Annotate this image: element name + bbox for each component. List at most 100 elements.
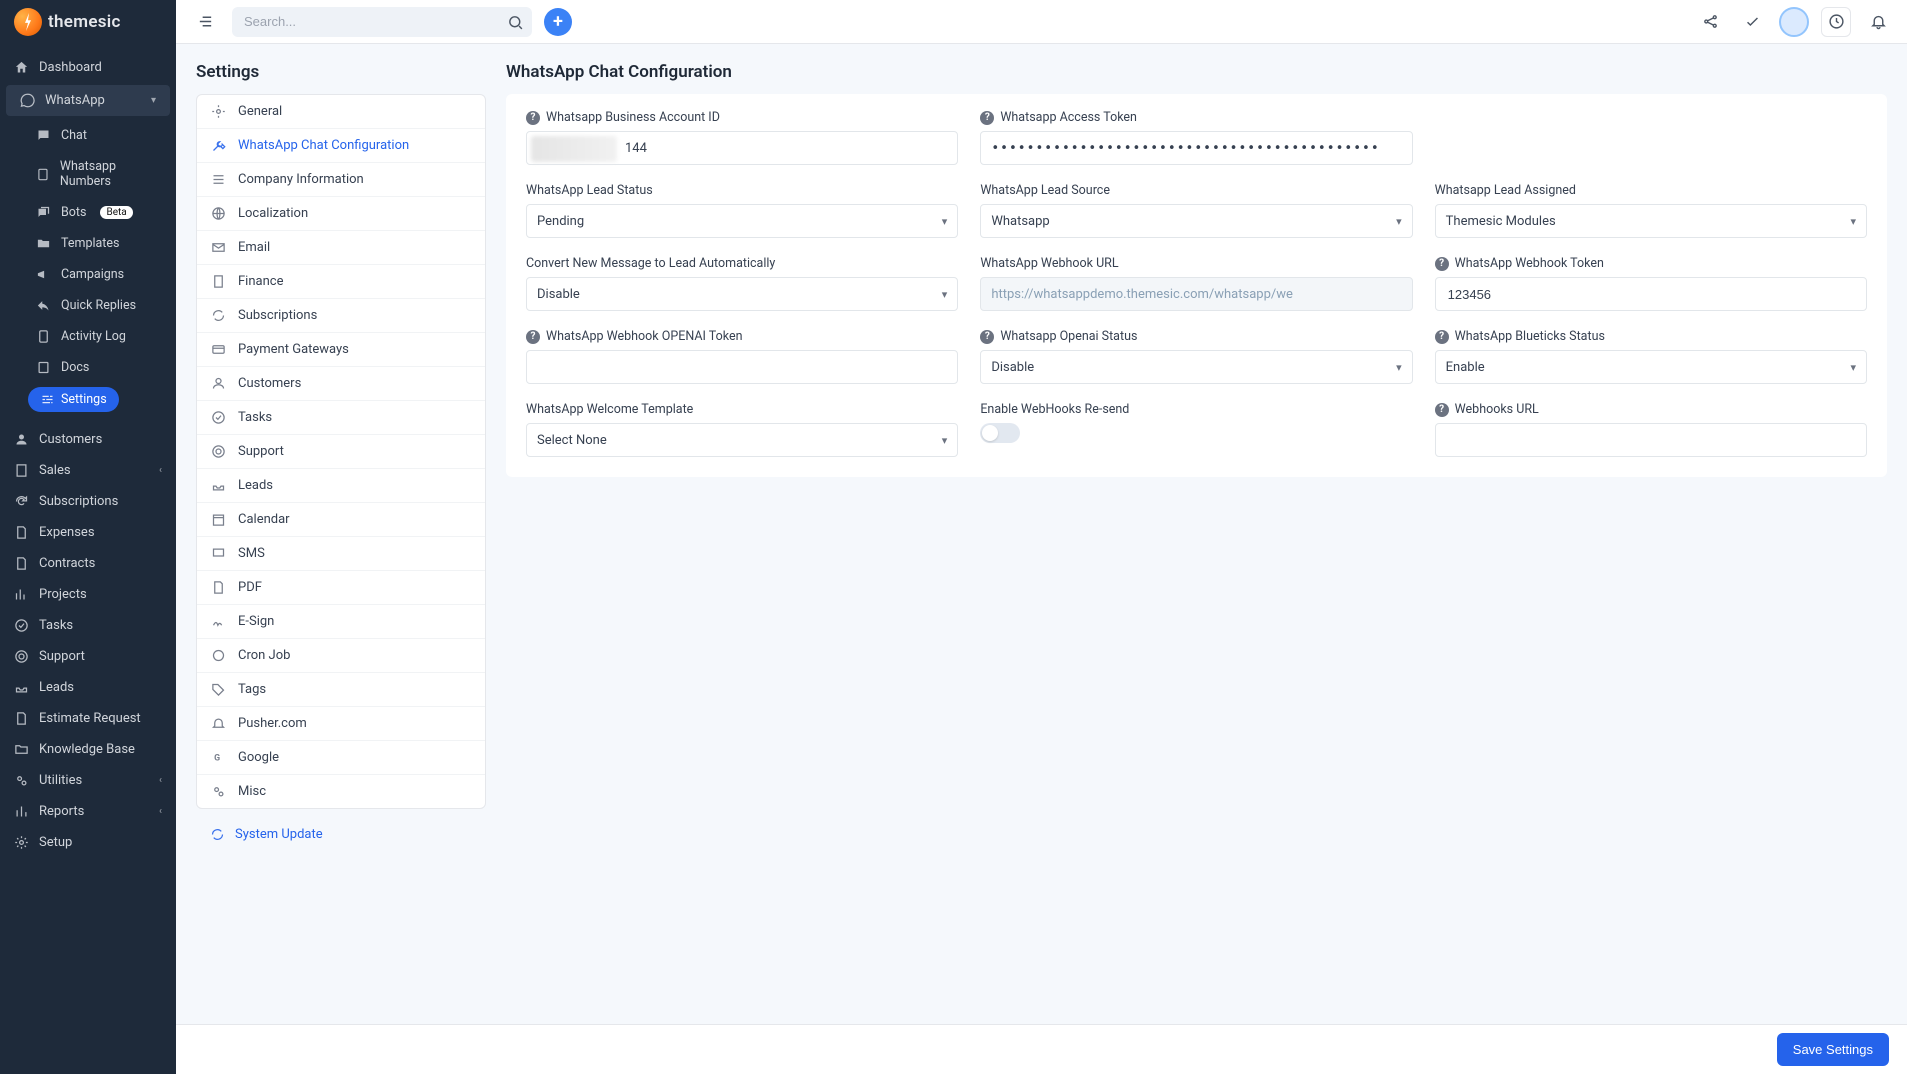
settings-item-company-information[interactable]: Company Information bbox=[197, 163, 485, 197]
sidebar-sub-whatsapp-numbers[interactable]: Whatsapp Numbers bbox=[0, 151, 176, 197]
settings-item-pdf[interactable]: PDF bbox=[197, 571, 485, 605]
lines-icon bbox=[211, 172, 226, 187]
settings-item-payment-gateways[interactable]: Payment Gateways bbox=[197, 333, 485, 367]
settings-item-whatsapp-chat-configuration[interactable]: WhatsApp Chat Configuration bbox=[197, 129, 485, 163]
sidebar-item-contracts[interactable]: Contracts bbox=[0, 548, 176, 579]
notifications-button[interactable] bbox=[1863, 7, 1893, 37]
settings-item-sms[interactable]: SMS bbox=[197, 537, 485, 571]
toggle-sidebar-button[interactable] bbox=[190, 7, 220, 37]
input-value[interactable] bbox=[1446, 278, 1856, 310]
sidebar-item-dashboard[interactable]: Dashboard bbox=[0, 52, 176, 83]
sidebar-item-customers[interactable]: Customers bbox=[0, 424, 176, 455]
settings-item-calendar[interactable]: Calendar bbox=[197, 503, 485, 537]
input-value[interactable] bbox=[537, 351, 947, 383]
settings-item-tags[interactable]: Tags bbox=[197, 673, 485, 707]
help-icon[interactable]: ? bbox=[1435, 403, 1449, 417]
chevron-down-icon: ▾ bbox=[942, 434, 948, 447]
sidebar-sub-templates[interactable]: Templates bbox=[0, 228, 176, 259]
settings-item-customers[interactable]: Customers bbox=[197, 367, 485, 401]
search-input[interactable] bbox=[232, 7, 532, 37]
sidebar-item-label: Projects bbox=[39, 587, 87, 602]
settings-item-leads[interactable]: Leads bbox=[197, 469, 485, 503]
clock-button[interactable] bbox=[1821, 7, 1851, 37]
webhooks-resend-toggle[interactable] bbox=[980, 423, 1020, 443]
brand-logo[interactable]: themesic bbox=[0, 0, 176, 44]
openai-status-select[interactable]: Disable ▾ bbox=[980, 350, 1412, 384]
openai-token-input[interactable] bbox=[526, 350, 958, 384]
sidebar-item-tasks[interactable]: Tasks bbox=[0, 610, 176, 641]
sidebar-item-utilities[interactable]: Utilities ‹ bbox=[0, 765, 176, 796]
sidebar-sub-bots[interactable]: Bots Beta bbox=[0, 197, 176, 228]
blueticks-status-select[interactable]: Enable ▾ bbox=[1435, 350, 1867, 384]
sidebar-item-leads[interactable]: Leads bbox=[0, 672, 176, 703]
settings-item-support[interactable]: Support bbox=[197, 435, 485, 469]
sidebar-item-label: Whatsapp Numbers bbox=[60, 159, 162, 189]
sidebar-item-sales[interactable]: Sales ‹ bbox=[0, 455, 176, 486]
business-account-id-input[interactable]: 144 bbox=[526, 131, 958, 165]
webhooks-url-input[interactable] bbox=[1435, 423, 1867, 457]
lead-source-select[interactable]: Whatsapp ▾ bbox=[980, 204, 1412, 238]
sidebar-item-label: Activity Log bbox=[61, 329, 126, 344]
settings-item-misc[interactable]: Misc bbox=[197, 775, 485, 808]
sidebar-item-label: Templates bbox=[61, 236, 119, 251]
help-icon[interactable]: ? bbox=[1435, 257, 1449, 271]
convert-new-message-select[interactable]: Disable ▾ bbox=[526, 277, 958, 311]
sidebar-item-support[interactable]: Support bbox=[0, 641, 176, 672]
search-icon[interactable] bbox=[507, 14, 524, 31]
sidebar-sub-settings[interactable]: Settings bbox=[28, 387, 119, 412]
settings-item-tasks[interactable]: Tasks bbox=[197, 401, 485, 435]
check-button[interactable] bbox=[1737, 7, 1767, 37]
sidebar-item-projects[interactable]: Projects bbox=[0, 579, 176, 610]
label-welcome-template: WhatsApp Welcome Template bbox=[526, 402, 958, 417]
help-icon[interactable]: ? bbox=[526, 330, 540, 344]
webhook-token-input[interactable] bbox=[1435, 277, 1867, 311]
sidebar-item-setup[interactable]: Setup bbox=[0, 827, 176, 858]
share-button[interactable] bbox=[1695, 7, 1725, 37]
lead-status-select[interactable]: Pending ▾ bbox=[526, 204, 958, 238]
avatar[interactable] bbox=[1779, 7, 1809, 37]
help-icon[interactable]: ? bbox=[980, 111, 994, 125]
bell-icon bbox=[1870, 13, 1887, 30]
refresh-icon bbox=[210, 827, 225, 842]
settings-item-label: Google bbox=[238, 750, 279, 765]
save-settings-button[interactable]: Save Settings bbox=[1777, 1033, 1889, 1066]
label-blueticks-status: ? WhatsApp Blueticks Status bbox=[1435, 329, 1867, 344]
sidebar-sub-chat[interactable]: Chat bbox=[0, 120, 176, 151]
webhook-url-input: https://whatsappdemo.themesic.com/whatsa… bbox=[980, 277, 1412, 311]
sidebar-item-label: Campaigns bbox=[61, 267, 124, 282]
sidebar-sub-quick-replies[interactable]: Quick Replies bbox=[0, 290, 176, 321]
settings-item-google[interactable]: GGoogle bbox=[197, 741, 485, 775]
help-icon[interactable]: ? bbox=[526, 111, 540, 125]
settings-item-pusher[interactable]: Pusher.com bbox=[197, 707, 485, 741]
quick-add-button[interactable]: + bbox=[544, 8, 572, 36]
settings-item-general[interactable]: General bbox=[197, 95, 485, 129]
settings-item-subscriptions[interactable]: Subscriptions bbox=[197, 299, 485, 333]
settings-item-cron-job[interactable]: Cron Job bbox=[197, 639, 485, 673]
access-token-input[interactable]: ••••••••••••••••••••••••••••••••••••••••… bbox=[980, 131, 1412, 165]
sidebar-sub-docs[interactable]: Docs bbox=[0, 352, 176, 383]
chevron-down-icon: ▾ bbox=[151, 95, 156, 106]
sidebar-item-subscriptions[interactable]: Subscriptions bbox=[0, 486, 176, 517]
welcome-template-select[interactable]: Select None ▾ bbox=[526, 423, 958, 457]
sidebar-item-expenses[interactable]: Expenses bbox=[0, 517, 176, 548]
input-value[interactable] bbox=[1446, 424, 1856, 456]
settings-system-update-link[interactable]: System Update bbox=[196, 827, 486, 842]
sidebar-item-knowledge-base[interactable]: Knowledge Base bbox=[0, 734, 176, 765]
settings-item-localization[interactable]: Localization bbox=[197, 197, 485, 231]
sidebar-item-label: Chat bbox=[61, 128, 87, 143]
help-icon[interactable]: ? bbox=[980, 330, 994, 344]
help-icon[interactable]: ? bbox=[1435, 330, 1449, 344]
settings-item-email[interactable]: Email bbox=[197, 231, 485, 265]
megaphone-icon bbox=[36, 267, 51, 282]
sidebar-item-reports[interactable]: Reports ‹ bbox=[0, 796, 176, 827]
settings-item-finance[interactable]: Finance bbox=[197, 265, 485, 299]
check-icon bbox=[1744, 13, 1761, 30]
sidebar-sub-activity-log[interactable]: Activity Log bbox=[0, 321, 176, 352]
lead-assigned-select[interactable]: Themesic Modules ▾ bbox=[1435, 204, 1867, 238]
beta-badge: Beta bbox=[100, 206, 132, 219]
sidebar-item-estimate-request[interactable]: Estimate Request bbox=[0, 703, 176, 734]
settings-item-label: SMS bbox=[238, 546, 265, 561]
sidebar-item-whatsapp[interactable]: WhatsApp ▾ bbox=[6, 85, 170, 116]
settings-item-esign[interactable]: E-Sign bbox=[197, 605, 485, 639]
sidebar-sub-campaigns[interactable]: Campaigns bbox=[0, 259, 176, 290]
